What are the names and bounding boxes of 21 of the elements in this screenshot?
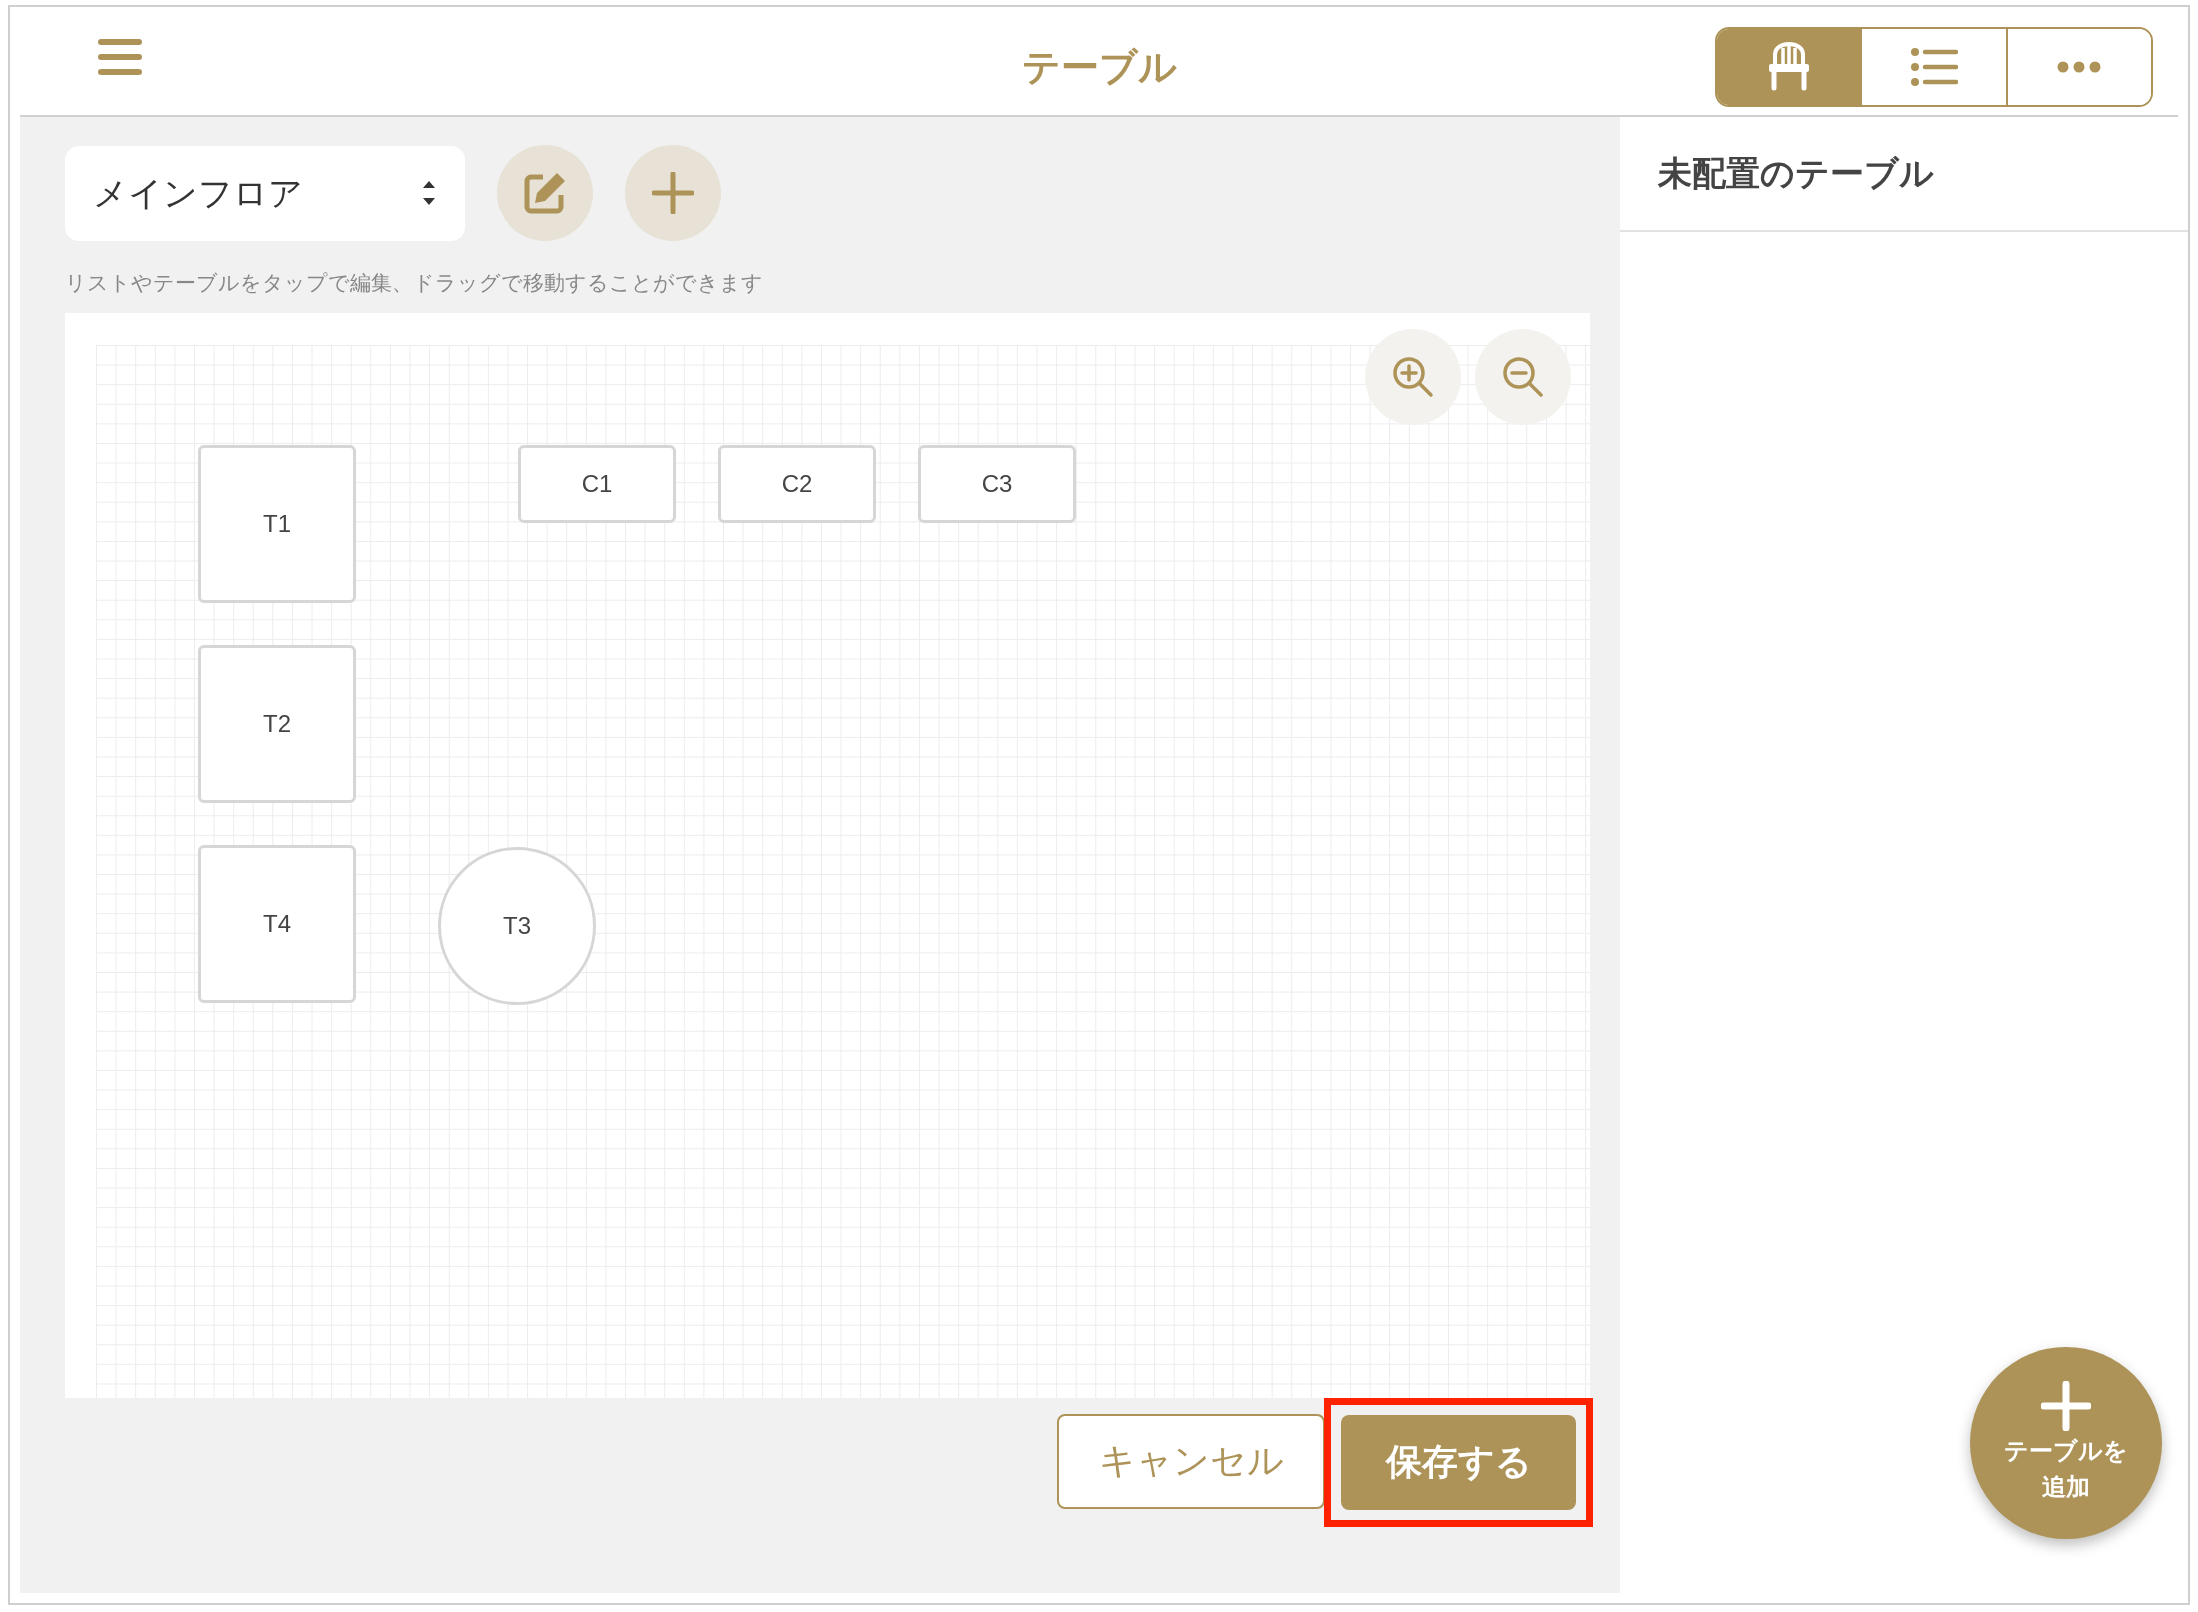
table-tile[interactable]: T4 bbox=[198, 844, 356, 1003]
table-tile[interactable]: C2 bbox=[718, 444, 876, 523]
zoom-out-icon bbox=[1501, 354, 1545, 399]
more-view-tab[interactable] bbox=[2005, 29, 2151, 105]
table-tile[interactable]: C3 bbox=[918, 444, 1076, 523]
hint-text: リストやテーブルをタップで編集、ドラッグで移動することができます bbox=[65, 270, 764, 296]
plus-icon bbox=[652, 172, 694, 214]
floor-select[interactable]: メインフロア bbox=[65, 145, 465, 241]
page-title: テーブル bbox=[1021, 45, 1177, 90]
table-tile[interactable]: C1 bbox=[518, 444, 676, 523]
list-icon bbox=[1910, 47, 1958, 87]
round-table[interactable]: T3 bbox=[438, 846, 596, 1005]
table-tile[interactable]: T2 bbox=[198, 644, 356, 803]
chair-icon bbox=[1766, 42, 1811, 92]
panel-title: 未配置のテーブル bbox=[1620, 117, 2188, 232]
plus-icon bbox=[2041, 1381, 2091, 1431]
table-tile[interactable]: T1 bbox=[198, 444, 356, 603]
zoom-in-icon bbox=[1391, 354, 1435, 399]
more-icon bbox=[2057, 61, 2102, 73]
menu-icon[interactable] bbox=[98, 37, 142, 77]
chair-view-tab[interactable] bbox=[1717, 29, 1861, 105]
